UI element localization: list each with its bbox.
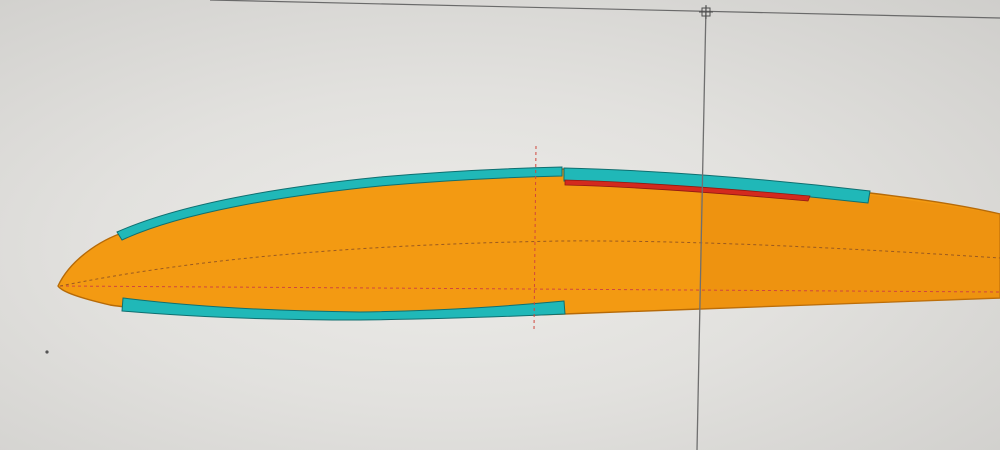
sheet-border-line xyxy=(209,0,1000,19)
cad-canvas[interactable]: airfoil-section-editor xyxy=(0,0,1000,450)
drawing-area[interactable] xyxy=(0,0,1000,450)
reference-point xyxy=(45,350,49,354)
crosshair-cursor-icon[interactable] xyxy=(699,5,713,19)
